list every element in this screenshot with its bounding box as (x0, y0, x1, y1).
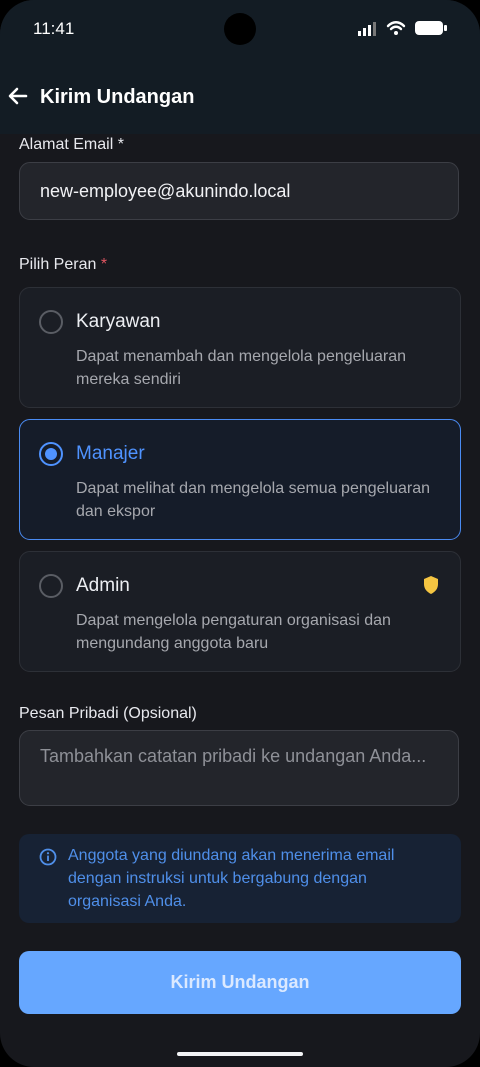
arrow-left-icon[interactable] (6, 84, 30, 108)
radio-button-admin[interactable] (39, 574, 63, 598)
phone-screen: 11:41 Kirim Undangan Alamat Email * new-… (0, 0, 480, 1067)
required-mark: * (100, 256, 108, 273)
battery-icon (415, 21, 447, 35)
message-label: Pesan Pribadi (Opsional) (19, 705, 197, 722)
status-time: 11:41 (33, 19, 75, 38)
send-invitation-button[interactable]: Kirim Undangan (19, 951, 461, 1014)
radio-button-manajer[interactable] (39, 442, 63, 466)
role-label: Pilih Peran * (19, 256, 108, 273)
role-description: Dapat menambah dan mengelola pengeluaran… (76, 348, 407, 388)
role-description: Dapat mengelola pengaturan organisasi da… (76, 612, 391, 652)
email-value: new-employee@akunindo.local (40, 181, 291, 201)
info-notice: Anggota yang diundang akan menerima emai… (19, 834, 461, 923)
role-option-karyawan[interactable]: Karyawan Dapat menambah dan mengelola pe… (19, 287, 461, 408)
message-placeholder: Tambahkan catatan pribadi ke undangan An… (40, 746, 427, 766)
front-camera (224, 13, 256, 45)
role-option-admin[interactable]: Admin Dapat mengelola pengaturan organis… (19, 551, 461, 672)
info-text: Anggota yang diundang akan menerima emai… (68, 847, 395, 910)
role-title: Karyawan (76, 311, 161, 332)
shield-icon (424, 576, 438, 594)
app-bar: Kirim Undangan (0, 58, 480, 134)
role-option-manajer[interactable]: Manajer Dapat melihat dan mengelola semu… (19, 419, 461, 540)
email-field[interactable]: new-employee@akunindo.local (19, 162, 459, 220)
status-icons (357, 19, 448, 37)
personal-message-input[interactable]: Tambahkan catatan pribadi ke undangan An… (19, 730, 459, 806)
signal-icon (358, 21, 376, 36)
status-bar: 11:41 (0, 0, 480, 58)
role-title: Admin (76, 575, 130, 596)
radio-button-karyawan[interactable] (39, 310, 63, 334)
role-title: Manajer (76, 443, 145, 464)
email-label: Alamat Email * (19, 136, 124, 153)
info-icon (39, 848, 57, 866)
page-title: Kirim Undangan (40, 86, 195, 108)
role-description: Dapat melihat dan mengelola semua pengel… (76, 480, 431, 520)
wifi-icon (386, 21, 406, 35)
home-indicator[interactable] (177, 1052, 303, 1056)
